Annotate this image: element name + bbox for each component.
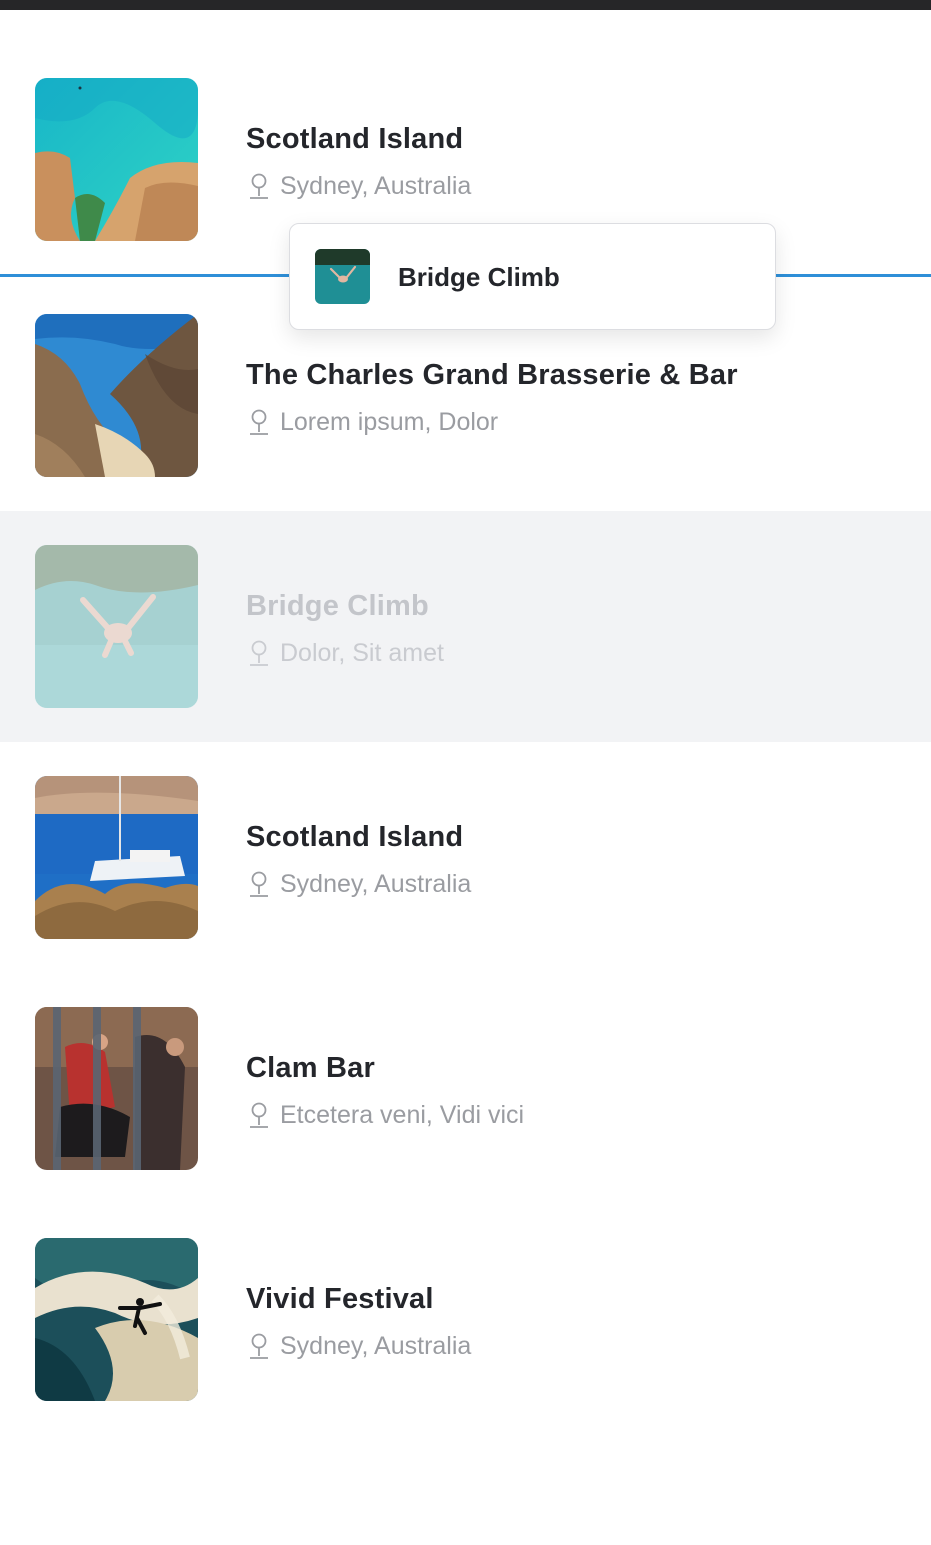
dragged-item-thumbnail	[315, 249, 370, 304]
map-pin-icon	[246, 869, 272, 899]
rocky-beach-image	[35, 314, 198, 477]
status-bar	[0, 0, 931, 10]
item-title: Scotland Island	[246, 821, 464, 853]
item-location: Dolor, Sit amet	[246, 638, 444, 668]
item-thumbnail	[35, 776, 198, 939]
map-pin-icon	[246, 407, 272, 437]
item-location-text: Sydney, Australia	[280, 869, 472, 898]
sailboat-image	[35, 776, 198, 939]
list-item[interactable]: Scotland Island Sydney, Australia	[0, 742, 931, 973]
item-title: Clam Bar	[246, 1052, 375, 1084]
map-pin-icon	[246, 171, 272, 201]
item-location: Sydney, Australia	[246, 171, 471, 201]
dragged-item-title: Bridge Climb	[398, 262, 560, 292]
item-thumbnail	[35, 78, 198, 241]
list-item[interactable]: Clam Bar Etcetera veni, Vidi vici	[0, 973, 931, 1204]
item-location: Sydney, Australia	[246, 869, 471, 899]
map-pin-icon	[246, 638, 272, 668]
item-location-text: Sydney, Australia	[280, 1331, 472, 1360]
item-thumbnail	[35, 545, 198, 708]
item-title: Vivid Festival	[246, 1283, 434, 1315]
drag-placeholder-item[interactable]: Bridge Climb Dolor, Sit amet	[0, 511, 931, 742]
item-thumbnail	[35, 314, 198, 477]
item-location-text: Etcetera veni, Vidi vici	[280, 1100, 525, 1129]
street-dancers-image	[35, 1007, 198, 1170]
item-thumbnail	[35, 1007, 198, 1170]
item-location: Sydney, Australia	[246, 1331, 471, 1361]
item-location-text: Lorem ipsum, Dolor	[280, 407, 499, 436]
item-location-text: Sydney, Australia	[280, 171, 472, 200]
item-title: Scotland Island	[246, 123, 464, 155]
surfer-wave-image	[35, 1238, 198, 1401]
map-pin-icon	[246, 1331, 272, 1361]
map-pin-icon	[246, 1100, 272, 1130]
diver-image	[35, 545, 198, 708]
turquoise-cove-image	[35, 78, 198, 241]
diver-image	[315, 249, 370, 304]
dragged-item-card[interactable]: Bridge Climb	[289, 223, 776, 330]
item-location-text: Dolor, Sit amet	[280, 638, 444, 667]
item-location: Lorem ipsum, Dolor	[246, 407, 498, 437]
reorder-list-screen: Scotland Island Sydney, Australia The Ch…	[0, 0, 931, 1545]
item-thumbnail	[35, 1238, 198, 1401]
item-title: The Charles Grand Brasserie & Bar	[246, 359, 738, 391]
item-title: Bridge Climb	[246, 590, 429, 622]
list-item[interactable]: Vivid Festival Sydney, Australia	[0, 1204, 931, 1435]
item-location: Etcetera veni, Vidi vici	[246, 1100, 524, 1130]
